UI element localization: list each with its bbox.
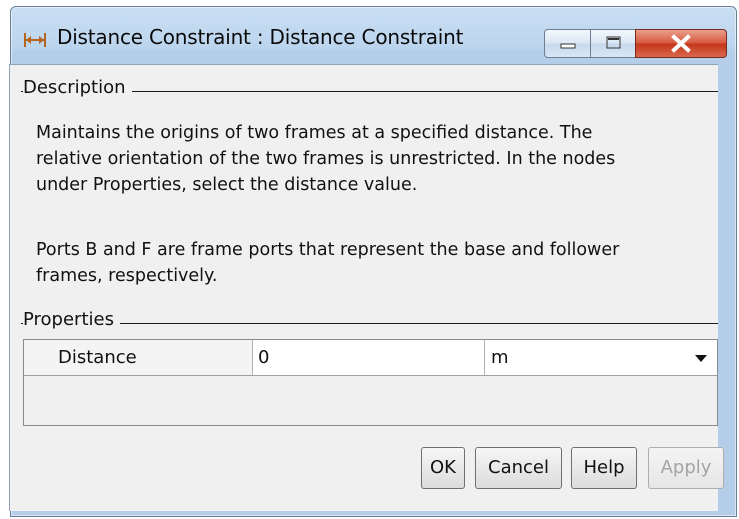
description-group-label: Description [23, 77, 132, 98]
chevron-down-icon[interactable] [695, 355, 707, 362]
apply-button[interactable]: Apply [648, 447, 724, 489]
distance-value-input[interactable]: 0 [253, 340, 485, 376]
window-title: Distance Constraint : Distance Constrain… [57, 25, 464, 49]
description-paragraph-1: Maintains the origins of two frames at a… [36, 120, 701, 198]
dialog-body: Description Maintains the origins of two… [9, 64, 718, 511]
distance-unit-dropdown[interactable]: m [485, 340, 717, 376]
close-icon [671, 34, 691, 53]
help-button[interactable]: Help [571, 447, 637, 489]
properties-group-label: Properties [23, 309, 120, 330]
maximize-icon [606, 36, 621, 49]
description-line: under Properties, select the distance va… [36, 175, 418, 195]
description-line: frames, respectively. [36, 266, 218, 286]
minimize-button[interactable] [544, 29, 591, 58]
properties-table: Distance 0 m [23, 339, 718, 426]
description-paragraph-2: Ports B and F are frame ports that repre… [36, 237, 701, 289]
description-line: relative orientation of the two frames i… [36, 149, 616, 169]
property-name-distance: Distance [24, 340, 253, 376]
title-bar[interactable]: Distance Constraint : Distance Constrain… [11, 7, 736, 71]
distance-constraint-icon [24, 33, 46, 47]
properties-divider [21, 323, 718, 324]
description-line: Ports B and F are frame ports that repre… [36, 240, 620, 260]
description-line: Maintains the origins of two frames at a… [36, 123, 593, 143]
distance-unit-value: m [491, 347, 509, 368]
cancel-button[interactable]: Cancel [475, 447, 562, 489]
ok-button[interactable]: OK [421, 447, 465, 489]
maximize-button[interactable] [590, 29, 636, 58]
minimize-icon [560, 43, 576, 49]
close-button[interactable] [635, 29, 727, 58]
